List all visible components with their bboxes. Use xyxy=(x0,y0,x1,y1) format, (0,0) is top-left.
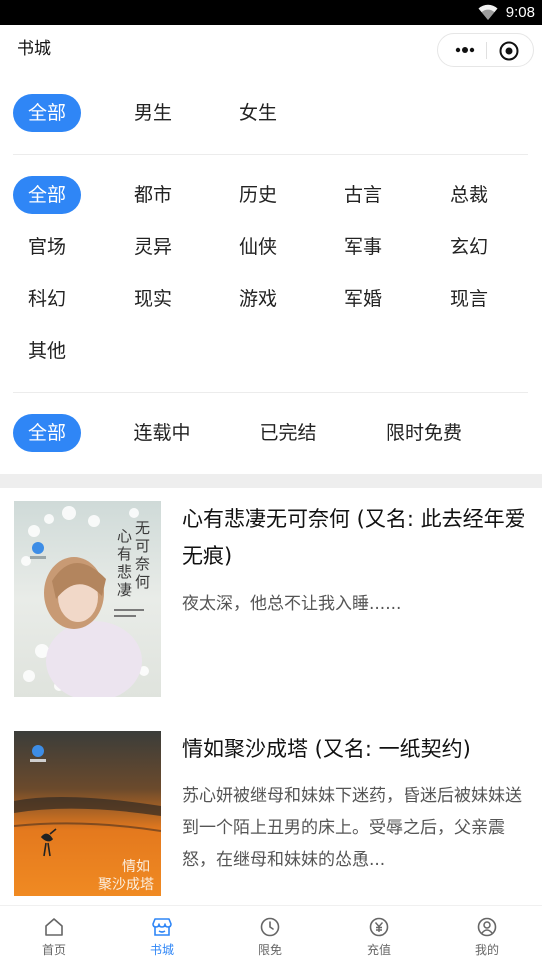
cover-title-line: 奈 xyxy=(135,555,150,573)
bookstore-icon xyxy=(152,918,172,936)
divider xyxy=(13,392,528,393)
tab-recharge[interactable]: 充值 xyxy=(325,906,433,964)
cover-title-line: 可 xyxy=(135,537,150,555)
book-description: 夜太深，他总不让我入睡...... xyxy=(182,594,402,614)
cover-title-line: 情如 xyxy=(122,859,150,875)
status-time: 9:08 xyxy=(505,4,535,21)
category-chip[interactable]: 古言 xyxy=(329,176,397,214)
tab-label: 首页 xyxy=(41,943,66,957)
category-chip[interactable]: 玄幻 xyxy=(435,228,503,266)
category-chip[interactable]: 灵异 xyxy=(119,228,187,266)
tab-limited-free[interactable]: 限免 xyxy=(216,906,324,964)
nav-bar: 书城 xyxy=(0,25,542,74)
divider xyxy=(13,154,528,155)
status-completed-chip[interactable]: 已完结 xyxy=(252,414,324,452)
book-cover-art: 无 可 奈 何 心 有 悲 凄 xyxy=(14,501,161,697)
cover-title-line: 何 xyxy=(135,573,150,591)
tab-profile[interactable]: 我的 xyxy=(433,906,541,964)
more-icon[interactable] xyxy=(448,34,482,66)
wifi-icon xyxy=(478,4,498,20)
category-chip[interactable]: 都市 xyxy=(119,176,187,214)
cover-title-line: 有 xyxy=(117,545,132,563)
tab-label: 充值 xyxy=(366,943,391,957)
miniprogram-capsule xyxy=(437,33,534,67)
category-chip[interactable]: 军婚 xyxy=(329,280,397,318)
cover-title-line: 悲 xyxy=(117,563,132,581)
category-chip[interactable]: 现实 xyxy=(119,280,187,318)
tab-label: 书城 xyxy=(149,943,174,957)
section-separator xyxy=(0,474,542,488)
category-all-chip[interactable]: 全部 xyxy=(13,176,81,214)
book-title[interactable]: 情如聚沙成塔 (又名: 一纸契约) xyxy=(182,731,527,768)
category-chip[interactable]: 游戏 xyxy=(224,280,292,318)
status-all-chip[interactable]: 全部 xyxy=(13,414,81,452)
status-free-chip[interactable]: 限时免费 xyxy=(378,414,470,452)
yuan-icon xyxy=(369,917,389,937)
category-chip[interactable]: 官场 xyxy=(13,228,81,266)
capsule-divider xyxy=(486,42,487,59)
close-miniprogram-icon[interactable] xyxy=(498,40,520,62)
channel-female-chip[interactable]: 女生 xyxy=(224,94,292,132)
status-bar: 9:08 xyxy=(0,0,542,25)
bottom-tab-bar: 首页 书城 限免 充值 我的 xyxy=(0,905,542,964)
home-icon xyxy=(45,918,63,936)
cover-title-line: 心 xyxy=(117,527,132,545)
book-cover-image[interactable]: 情如 聚沙成塔 xyxy=(14,731,161,896)
book-cover-image[interactable]: 无 可 奈 何 心 有 悲 凄 xyxy=(14,501,161,697)
tab-label: 我的 xyxy=(474,943,499,957)
profile-icon xyxy=(477,917,497,937)
status-serializing-chip[interactable]: 连载中 xyxy=(126,414,198,452)
page-title: 书城 xyxy=(17,39,51,59)
tab-home[interactable]: 首页 xyxy=(0,906,108,964)
category-chip[interactable]: 总裁 xyxy=(435,176,503,214)
cover-title-line: 凄 xyxy=(117,581,132,599)
category-chip[interactable]: 军事 xyxy=(329,228,397,266)
cover-title-line: 无 xyxy=(135,519,150,537)
cover-title-line: 聚沙成塔 xyxy=(98,877,154,893)
category-chip[interactable]: 历史 xyxy=(224,176,292,214)
category-chip[interactable]: 其他 xyxy=(13,332,81,370)
book-title[interactable]: 心有悲凄无可奈何 (又名: 此去经年爱无痕) xyxy=(182,501,527,575)
category-chip[interactable]: 现言 xyxy=(435,280,503,318)
book-description: 苏心妍被继母和妹妹下迷药，昏迷后被妹妹送到一个陌上丑男的床上。受辱之后，父亲震怒… xyxy=(182,786,522,870)
category-chip[interactable]: 仙侠 xyxy=(224,228,292,266)
tab-bookstore[interactable]: 书城 xyxy=(108,906,216,964)
category-chip[interactable]: 科幻 xyxy=(13,280,81,318)
channel-all-chip[interactable]: 全部 xyxy=(13,94,81,132)
tab-label: 限免 xyxy=(257,943,282,957)
book-cover-art: 情如 聚沙成塔 xyxy=(14,731,161,896)
clock-icon xyxy=(260,917,280,937)
channel-male-chip[interactable]: 男生 xyxy=(119,94,187,132)
